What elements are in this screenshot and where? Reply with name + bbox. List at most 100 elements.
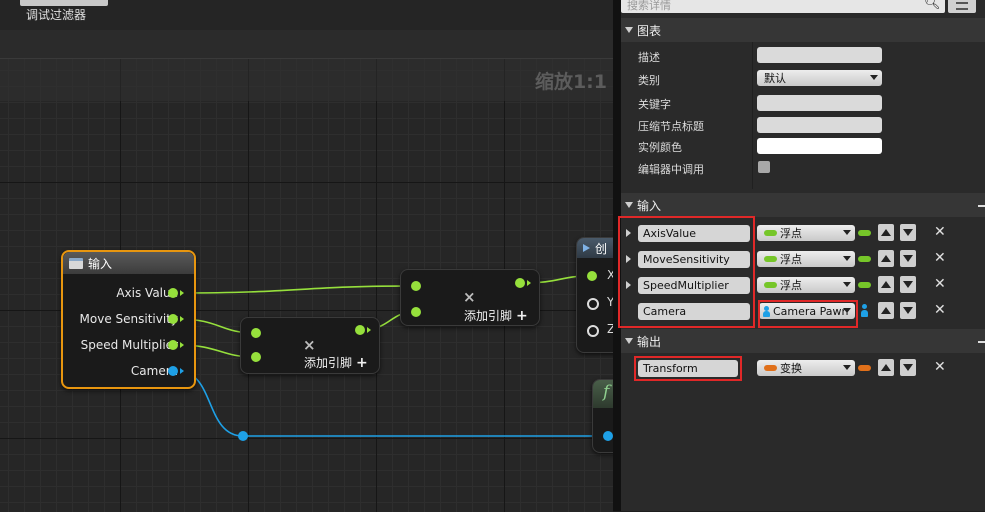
transform-type-icon [764,365,777,371]
prop-label-instance-color: 实例颜色 [638,141,682,154]
mul1-in-a-pin[interactable] [251,328,261,338]
mul1-out-pin[interactable] [355,325,365,335]
search-details-input[interactable]: 搜索详情 🔍︎ [621,0,945,13]
arrow-up-icon [881,281,891,288]
move-up-button[interactable] [878,224,894,241]
input-name-camera[interactable]: Camera [638,303,750,320]
make-vector-node[interactable]: 创 X Y Z [576,237,613,353]
arrow-up-icon [881,229,891,236]
category-dropdown[interactable]: 默认 [757,70,882,86]
input-name-movesensitivity[interactable]: MoveSensitivity [638,251,750,268]
output-name-transform[interactable]: Transform [638,360,738,377]
expand-arrow-icon[interactable] [626,281,631,289]
details-panel: 搜索详情 🔍︎ 图表 描述 类别 默认 关键字 压缩节点标题 实例颜色 编辑器中… [621,0,985,511]
mul2-in-b-pin[interactable] [411,307,421,317]
view-options-button[interactable] [948,0,976,13]
expand-arrow-icon[interactable] [626,229,631,237]
pin-label-move-sensitivity: Move Sensitivity [79,312,178,326]
delete-icon[interactable]: ✕ [934,250,946,266]
mul1-in-b-pin[interactable] [251,352,261,362]
section-outputs[interactable]: 输出 [621,329,985,353]
input-type-dropdown[interactable]: 浮点 [757,277,855,293]
input-type-value: 浮点 [780,279,802,292]
input-type-dropdown[interactable]: 浮点 [757,251,855,267]
input-name-speedmultiplier[interactable]: SpeedMultiplier [638,277,750,294]
arrow-up-icon [881,307,891,314]
mul2-out-pin[interactable] [515,278,525,288]
move-up-button[interactable] [878,302,894,319]
prop-label-keywords: 关键字 [638,98,671,111]
section-inputs[interactable]: 输入 [621,193,985,217]
speed-multiplier-pin[interactable] [168,340,178,350]
delete-icon[interactable]: ✕ [934,302,946,318]
panel-splitter[interactable] [613,0,621,511]
instance-color-swatch[interactable] [757,138,882,154]
move-down-button[interactable] [900,224,916,241]
input-name-axisvalue[interactable]: AxisValue [638,225,750,242]
add-input-icon[interactable] [978,205,985,207]
move-down-button[interactable] [900,302,916,319]
speed-multiplier-arrow-icon [180,342,184,348]
input-type-dropdown[interactable]: 浮点 [757,225,855,241]
axis-value-pin[interactable] [168,288,178,298]
wire-reroute-knot [238,431,248,441]
input-type-dropdown[interactable]: Camera Pawn [759,303,855,319]
call-in-editor-checkbox[interactable] [758,161,770,173]
mul1-out-arrow-icon [367,327,371,333]
delete-icon[interactable]: ✕ [934,224,946,240]
collapse-arrow-icon [625,338,633,344]
search-icon[interactable]: 🔍︎ [924,0,941,11]
delete-icon[interactable]: ✕ [934,276,946,292]
compact-title-field[interactable] [757,117,882,133]
wire-axis-value [177,285,415,294]
function-icon: f [603,382,610,402]
collapse-arrow-icon [625,27,633,33]
add-output-icon[interactable] [978,341,985,343]
move-down-button[interactable] [900,250,916,267]
toolbar: 调试过滤器 [0,0,615,30]
mul2-in-a-pin[interactable] [411,281,421,291]
vector-x-pin[interactable] [587,271,597,281]
arrow-up-icon [881,255,891,262]
float-type-icon [764,282,777,288]
delete-icon[interactable]: ✕ [934,359,946,375]
add-pin-plus-icon: + [516,308,528,324]
blueprint-graph[interactable]: 缩放1:1 输入 Axis Value Move Sensitivity Spe… [0,58,613,512]
vector-y-pin[interactable] [587,298,599,310]
move-up-button[interactable] [878,359,894,376]
arrow-down-icon [903,229,913,236]
prop-label-description: 描述 [638,51,660,64]
axis-value-arrow-icon [180,290,184,296]
chevron-down-icon [843,230,851,235]
function-node[interactable]: f [592,379,613,453]
make-vector-title: 创 [595,241,608,256]
container-type-icon[interactable] [858,282,871,288]
input-type-value: 浮点 [780,253,802,266]
chevron-down-icon [843,308,851,313]
container-type-icon[interactable] [858,230,871,236]
make-vector-header: 创 [577,238,613,258]
function-target-pin[interactable] [603,431,613,441]
camera-pin[interactable] [168,366,178,376]
output-type-dropdown[interactable]: 变换 [757,360,855,376]
section-graph[interactable]: 图表 [621,18,985,42]
container-type-icon[interactable] [858,256,871,262]
move-down-button[interactable] [900,359,916,376]
chevron-down-icon [843,365,851,370]
mul2-out-arrow-icon [527,280,531,286]
vector-z-pin[interactable] [587,325,599,337]
move-up-button[interactable] [878,276,894,293]
section-inputs-title: 输入 [637,198,662,213]
move-up-button[interactable] [878,250,894,267]
section-outputs-title: 输出 [637,334,662,349]
add-pin-button[interactable]: 添加引脚 + [304,354,368,371]
list-icon [956,2,968,10]
add-pin-button[interactable]: 添加引脚 + [464,307,528,324]
expand-arrow-icon[interactable] [626,255,631,263]
container-type-icon[interactable] [861,304,868,317]
move-sensitivity-pin[interactable] [168,314,178,324]
container-type-icon[interactable] [858,365,871,371]
description-field[interactable] [757,47,882,63]
keywords-field[interactable] [757,95,882,111]
move-down-button[interactable] [900,276,916,293]
